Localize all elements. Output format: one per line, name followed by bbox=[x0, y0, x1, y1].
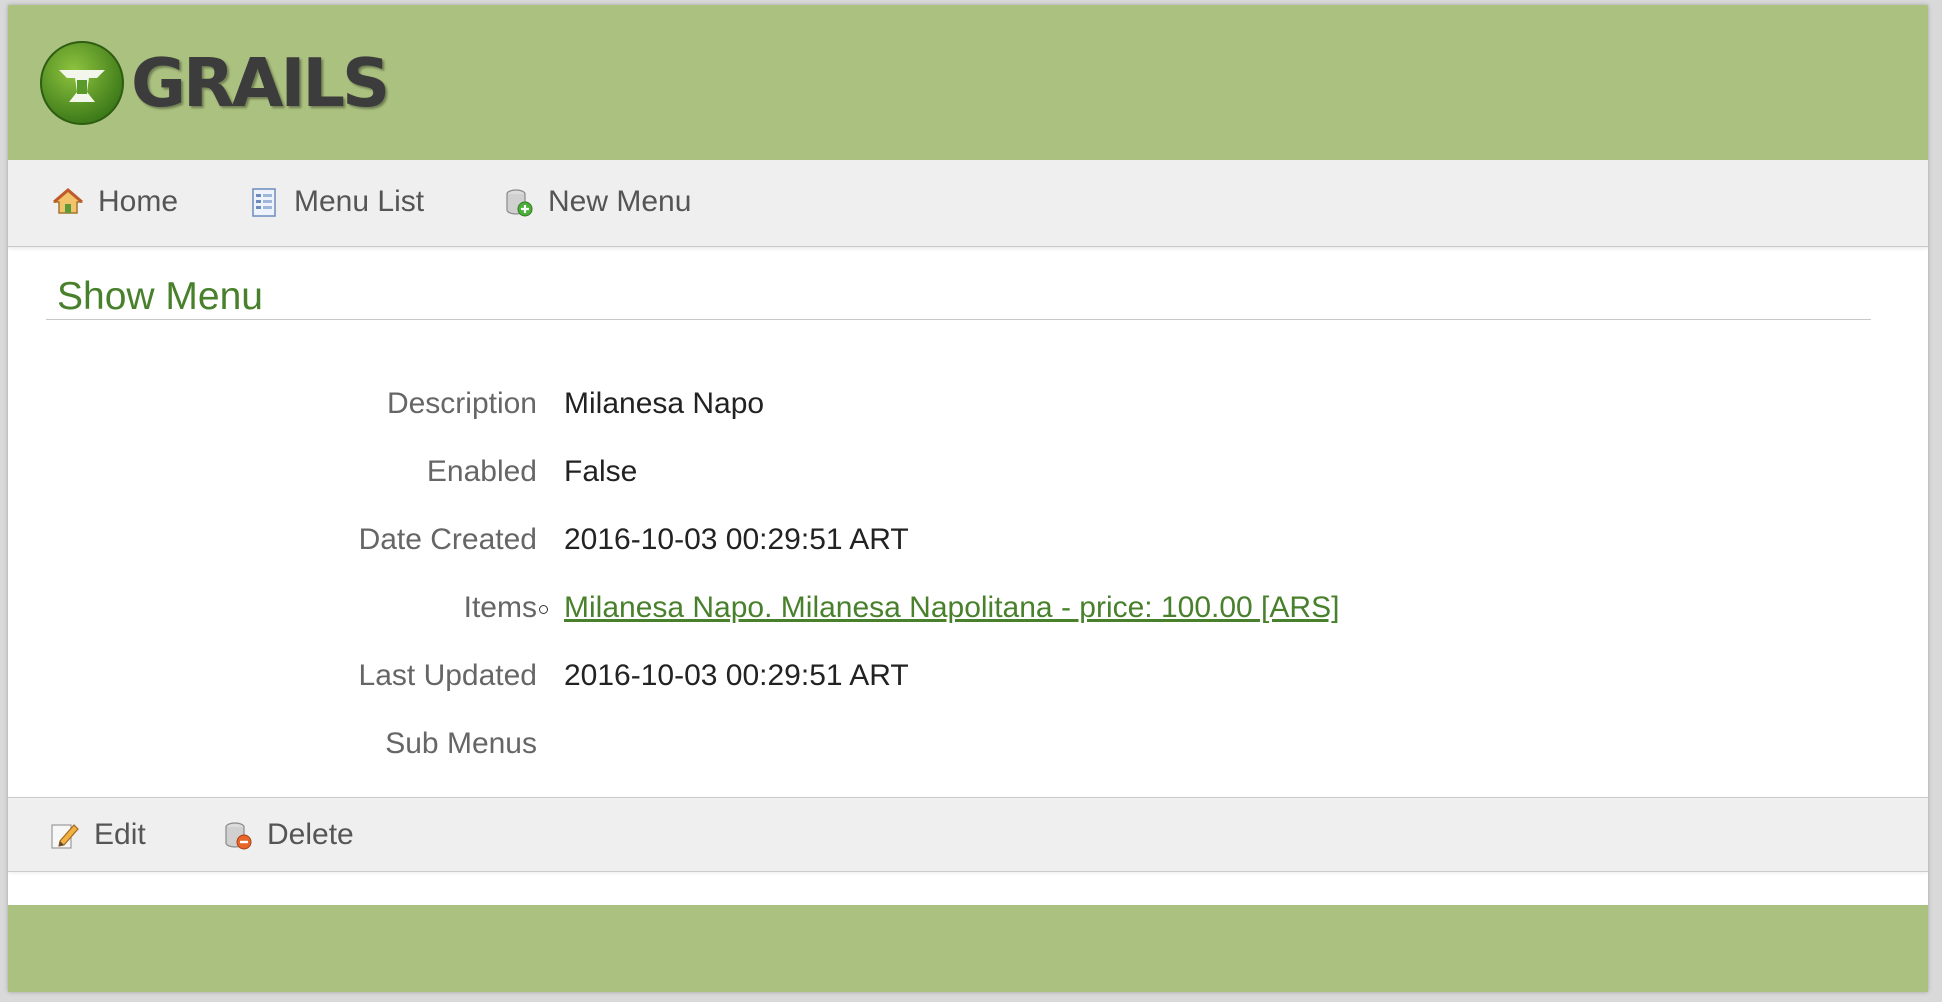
list-icon bbox=[252, 188, 276, 217]
nav-home[interactable]: Home bbox=[52, 185, 178, 219]
grails-logo[interactable]: GRAILS bbox=[39, 37, 390, 129]
enabled-value: False bbox=[564, 455, 638, 488]
home-icon bbox=[52, 188, 84, 214]
page-title: Show Menu bbox=[57, 275, 263, 318]
date-created-label: Date Created bbox=[358, 523, 537, 556]
header: GRAILS bbox=[8, 5, 1928, 160]
page-container: GRAILS Home Menu List New Menu Show Menu… bbox=[8, 5, 1928, 992]
list-bullet bbox=[539, 605, 548, 614]
items-label: Items bbox=[463, 591, 537, 624]
nav-menu-list-label: Menu List bbox=[294, 185, 425, 218]
edit-icon bbox=[51, 824, 79, 849]
delete-icon bbox=[225, 822, 252, 850]
edit-button[interactable]: Edit bbox=[48, 818, 146, 852]
title-divider bbox=[46, 319, 1871, 320]
delete-button-label: Delete bbox=[267, 818, 354, 851]
nav-bar: Home Menu List New Menu bbox=[8, 160, 1928, 247]
action-bar: Edit Delete bbox=[8, 797, 1928, 872]
description-value: Milanesa Napo bbox=[564, 387, 765, 420]
logo-text: GRAILS bbox=[131, 43, 390, 122]
edit-button-label: Edit bbox=[94, 818, 146, 851]
nav-new-menu-label: New Menu bbox=[548, 185, 692, 218]
last-updated-label: Last Updated bbox=[358, 659, 537, 692]
nav-new-menu[interactable]: New Menu bbox=[502, 185, 691, 219]
sub-menus-label: Sub Menus bbox=[385, 727, 537, 760]
footer bbox=[8, 905, 1928, 992]
description-label: Description bbox=[386, 387, 537, 420]
delete-button[interactable]: Delete bbox=[221, 818, 354, 852]
items-link[interactable]: Milanesa Napo. Milanesa Napolitana - pri… bbox=[564, 591, 1339, 625]
date-created-value: 2016-10-03 00:29:51 ART bbox=[564, 523, 909, 556]
enabled-label: Enabled bbox=[426, 455, 537, 488]
last-updated-value: 2016-10-03 00:29:51 ART bbox=[564, 659, 909, 692]
nav-menu-list[interactable]: Menu List bbox=[248, 185, 424, 219]
nav-home-label: Home bbox=[98, 185, 179, 218]
grails-logo-icon bbox=[40, 41, 124, 125]
new-item-icon bbox=[506, 189, 533, 217]
